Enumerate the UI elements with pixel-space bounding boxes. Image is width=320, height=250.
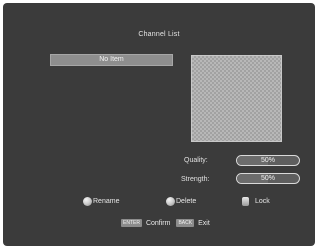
delete-label: Delete xyxy=(176,198,197,205)
quality-label: Quality: xyxy=(184,157,208,164)
quality-value: 50% xyxy=(260,157,275,164)
channel-list-screen: Channel List No Item Quality: 50% Streng… xyxy=(3,3,315,246)
strength-value: 50% xyxy=(260,175,275,182)
list-item[interactable]: No Item xyxy=(51,56,172,63)
page-title: Channel List xyxy=(138,31,180,38)
key-hints: ENTER Confirm BACK Exit xyxy=(121,218,216,228)
rename-button[interactable]: Rename xyxy=(83,196,119,207)
lock-label: Lock xyxy=(255,198,270,205)
channel-list[interactable]: No Item xyxy=(50,54,173,66)
back-key-badge: BACK xyxy=(176,219,195,227)
rename-label: Rename xyxy=(93,198,120,205)
video-preview xyxy=(191,55,282,142)
lock-button[interactable]: Lock xyxy=(242,196,270,207)
delete-button[interactable]: Delete xyxy=(166,196,196,207)
enter-key-badge: ENTER xyxy=(121,219,142,227)
rename-icon xyxy=(83,197,92,206)
strength-label: Strength: xyxy=(181,176,210,183)
exit-hint[interactable]: Exit xyxy=(198,220,210,227)
lock-icon xyxy=(242,197,249,206)
confirm-hint[interactable]: Confirm xyxy=(146,220,171,227)
quality-bar: 50% xyxy=(236,155,300,166)
strength-bar: 50% xyxy=(236,173,300,184)
delete-icon xyxy=(166,197,175,206)
